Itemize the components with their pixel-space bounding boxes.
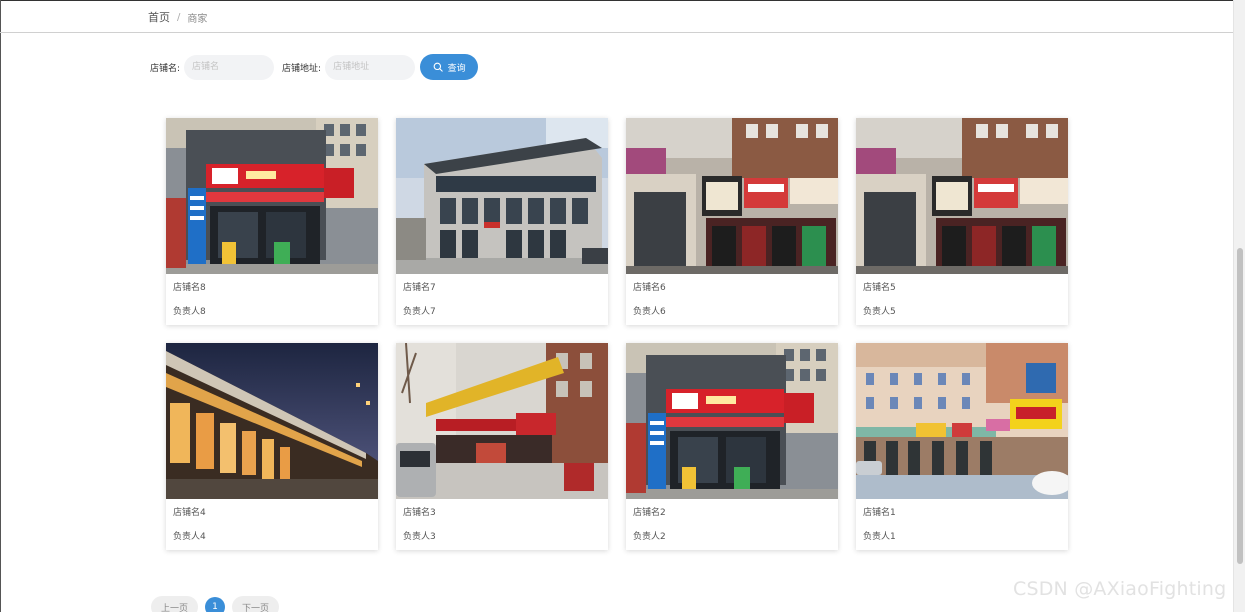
- shop-owner: 负责人7: [403, 307, 436, 317]
- shop-photo[interactable]: [396, 343, 608, 499]
- shop-photo[interactable]: [856, 118, 1068, 274]
- search-button-label: 查询: [447, 63, 466, 74]
- shop-photo-convenience-store: [166, 118, 378, 274]
- shop-owner: 负责人2: [633, 532, 666, 542]
- shop-photo-convenience-store: [626, 343, 838, 499]
- shop-owner: 负责人5: [863, 307, 896, 317]
- shop-owner: 负责人8: [173, 307, 206, 317]
- shop-card[interactable]: 店铺名5 负责人5: [856, 118, 1068, 325]
- shop-name: 店铺名4: [173, 508, 206, 518]
- scrollbar-thumb[interactable]: [1237, 248, 1243, 564]
- shop-photo-office-building: [396, 118, 608, 274]
- shop-owner: 负责人4: [173, 532, 206, 542]
- vertical-scrollbar[interactable]: [1233, 0, 1245, 612]
- shop-photo[interactable]: [856, 343, 1068, 499]
- shop-photo-pastel-street: [856, 343, 1068, 499]
- page-number-current[interactable]: 1: [205, 597, 226, 612]
- shop-card[interactable]: 店铺名8 负责人8: [166, 118, 378, 325]
- shop-owner: 负责人1: [863, 532, 896, 542]
- shop-name-input[interactable]: [184, 54, 275, 80]
- shop-card[interactable]: 店铺名4 负责人4: [166, 343, 378, 550]
- shop-address-label: 店铺地址:: [282, 63, 322, 74]
- shop-name: 店铺名2: [633, 508, 666, 518]
- search-form: 店铺名: 店铺地址: 查询: [150, 54, 479, 80]
- shop-photo-street-shops: [856, 118, 1068, 274]
- shop-name: 店铺名3: [403, 508, 436, 518]
- shop-photo[interactable]: [626, 118, 838, 274]
- shop-grid: 店铺名8 负责人8 店铺名7 负责人7 店铺名6 负责人6 店铺名5 负责人5 …: [166, 118, 1068, 550]
- next-page-button[interactable]: 下一页: [232, 596, 280, 612]
- search-icon: [433, 62, 443, 72]
- shop-photo[interactable]: [396, 118, 608, 274]
- shop-photo[interactable]: [166, 343, 378, 499]
- shop-card[interactable]: 店铺名7 负责人7: [396, 118, 608, 325]
- breadcrumb-separator: /: [177, 11, 181, 23]
- shop-name-label: 店铺名:: [150, 63, 181, 74]
- shop-name: 店铺名8: [173, 283, 206, 293]
- shop-card[interactable]: 店铺名3 负责人3: [396, 343, 608, 550]
- shop-name: 店铺名6: [633, 283, 666, 293]
- breadcrumb-current: 商家: [187, 13, 208, 25]
- shop-card[interactable]: 店铺名1 负责人1: [856, 343, 1068, 550]
- window-top-border: [0, 0, 1245, 1]
- pagination: 上一页 1 下一页: [151, 596, 280, 612]
- breadcrumb-home[interactable]: 首页: [148, 9, 170, 25]
- search-button[interactable]: 查询: [420, 54, 479, 80]
- shop-name: 店铺名1: [863, 508, 896, 518]
- shop-photo-street-shops: [626, 118, 838, 274]
- prev-page-button[interactable]: 上一页: [151, 596, 199, 612]
- window-left-border: [0, 0, 1, 612]
- watermark: CSDN @AXiaoFighting: [1013, 578, 1227, 600]
- shop-card[interactable]: 店铺名2 负责人2: [626, 343, 838, 550]
- shop-card[interactable]: 店铺名6 负责人6: [626, 118, 838, 325]
- shop-photo[interactable]: [166, 118, 378, 274]
- shop-address-input[interactable]: [325, 54, 416, 80]
- shop-name: 店铺名7: [403, 283, 436, 293]
- breadcrumb: 首页 / 商家: [148, 9, 207, 25]
- shop-photo[interactable]: [626, 343, 838, 499]
- shop-name: 店铺名5: [863, 283, 896, 293]
- header-divider: [0, 32, 1233, 33]
- shop-owner: 负责人6: [633, 307, 666, 317]
- shop-owner: 负责人3: [403, 532, 436, 542]
- shop-photo-night-mall: [166, 343, 378, 499]
- shop-photo-street-corner: [396, 343, 608, 499]
